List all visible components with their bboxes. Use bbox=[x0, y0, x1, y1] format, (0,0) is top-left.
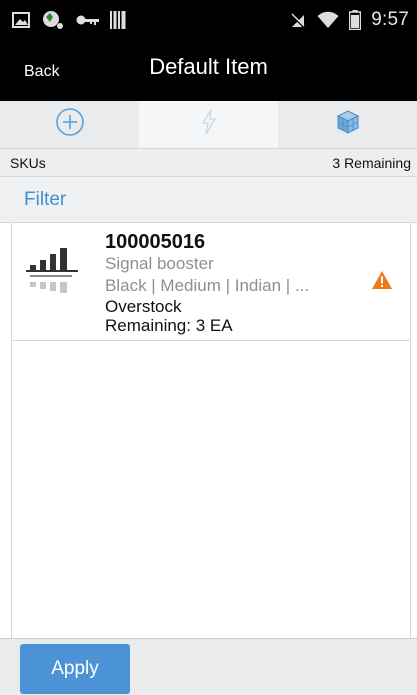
item-description: Signal booster bbox=[105, 254, 214, 273]
apply-button[interactable]: Apply bbox=[20, 644, 130, 694]
cube-icon bbox=[335, 109, 361, 140]
lightning-icon bbox=[201, 109, 216, 139]
signal-booster-icon bbox=[24, 247, 80, 309]
list-item[interactable]: 100005016 Signal booster Black | Medium … bbox=[12, 223, 410, 341]
status-bar: 9:57 bbox=[0, 0, 417, 40]
image-icon bbox=[12, 12, 30, 28]
item-sku-number: 100005016 bbox=[105, 231, 206, 253]
page-title: Default Item bbox=[149, 54, 268, 79]
clock-time: 9:57 bbox=[371, 9, 409, 30]
item-list: 100005016 Signal booster Black | Medium … bbox=[11, 223, 411, 638]
tab-quick[interactable] bbox=[139, 101, 278, 148]
tab-details[interactable] bbox=[278, 101, 417, 148]
app-header: Back Default Item bbox=[0, 40, 417, 101]
item-details: 100005016 Signal booster Black | Medium … bbox=[105, 231, 370, 335]
battery-icon bbox=[349, 10, 362, 30]
tab-add[interactable] bbox=[0, 101, 139, 148]
map-icon bbox=[40, 9, 66, 31]
signal-off-icon bbox=[289, 11, 307, 29]
wifi-icon bbox=[317, 11, 339, 29]
item-remaining: Remaining: 3 EA bbox=[105, 316, 233, 335]
status-right: 9:57 bbox=[289, 9, 409, 31]
barcode-icon bbox=[110, 11, 126, 29]
sku-summary-bar: SKUs 3 Remaining bbox=[0, 149, 417, 177]
tab-bar bbox=[0, 101, 417, 149]
add-circle-icon bbox=[55, 107, 85, 142]
sku-remaining-count: 3 Remaining bbox=[332, 154, 411, 171]
footer-bar: Apply bbox=[0, 638, 417, 695]
filter-row: Filter bbox=[0, 177, 417, 223]
warning-icon bbox=[372, 271, 392, 294]
key-icon bbox=[76, 14, 100, 26]
item-location: Overstock bbox=[105, 297, 182, 316]
status-left bbox=[12, 9, 126, 31]
sku-label: SKUs bbox=[10, 154, 46, 171]
item-attributes: Black | Medium | Indian | ... bbox=[105, 276, 310, 295]
filter-link[interactable]: Filter bbox=[24, 189, 66, 211]
